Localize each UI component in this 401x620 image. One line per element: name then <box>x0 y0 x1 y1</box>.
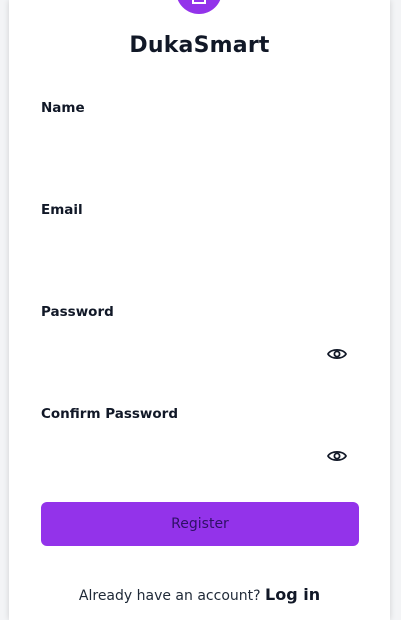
login-prompt-text: Already have an account? <box>78 588 261 604</box>
login-link[interactable]: Log in <box>265 585 320 604</box>
show-confirm-password-toggle[interactable] <box>325 444 349 468</box>
confirm-password-input[interactable] <box>41 432 321 472</box>
password-label: Password <box>41 304 114 320</box>
eye-icon <box>327 450 347 462</box>
email-label: Email <box>41 202 83 218</box>
email-input[interactable] <box>41 228 359 268</box>
register-button[interactable]: Register <box>41 502 359 546</box>
store-icon <box>192 0 206 4</box>
show-password-toggle[interactable] <box>325 342 349 366</box>
eye-icon <box>327 348 347 360</box>
name-input[interactable] <box>41 126 359 166</box>
name-label: Name <box>41 100 85 116</box>
brand-logo <box>176 0 222 14</box>
register-card: DukaSmart Name Email Password Confirm Pa… <box>9 0 390 620</box>
confirm-password-label: Confirm Password <box>41 406 179 422</box>
password-input[interactable] <box>41 330 321 370</box>
login-prompt: Already have an account? Log in <box>9 585 390 604</box>
brand-title: DukaSmart <box>129 33 270 58</box>
